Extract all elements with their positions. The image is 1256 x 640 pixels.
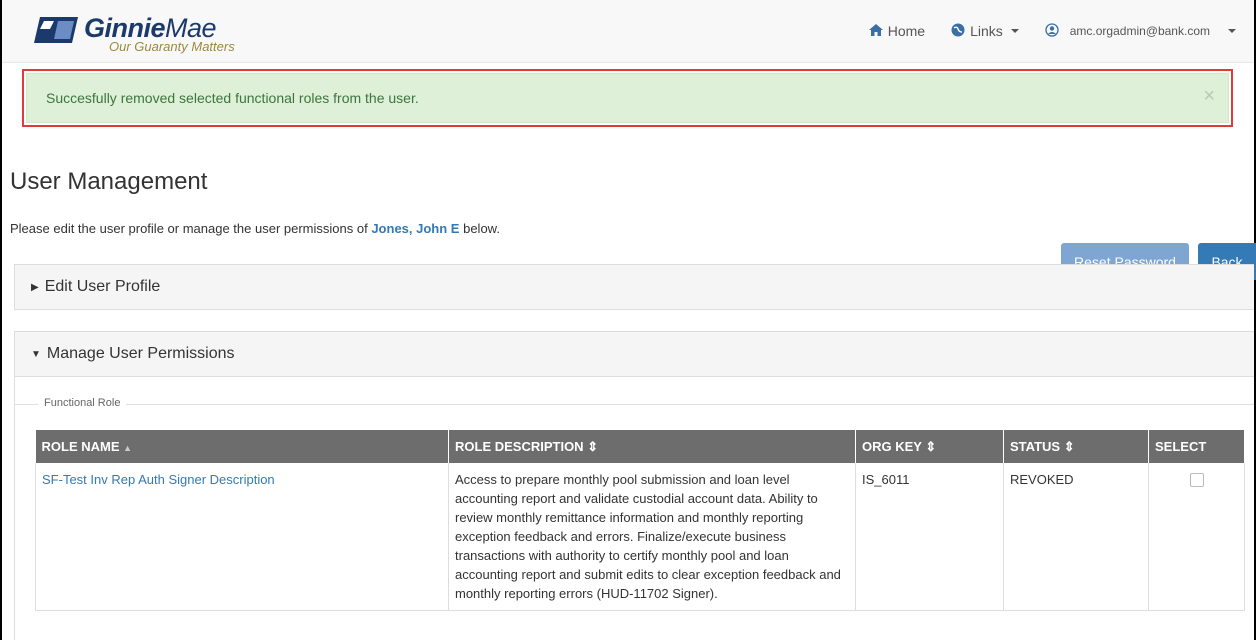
cell-role-name: SF-Test Inv Rep Auth Signer Description [35, 463, 449, 611]
nav-links-label: Links [970, 23, 1003, 39]
caret-down-icon: ▼ [31, 348, 41, 360]
edit-user-profile-label: Edit User Profile [44, 278, 161, 295]
table-header-row: ROLE NAME ▲ ROLE DESCRIPTION ⇕ ORG KEY ⇕… [35, 430, 1245, 463]
close-icon[interactable]: × [1203, 86, 1215, 106]
select-checkbox[interactable] [1189, 473, 1204, 487]
manage-permissions-panel-body: Functional Role ROLE NAME ▲ ROLE DESCRIP… [14, 377, 1254, 640]
col-role-description[interactable]: ROLE DESCRIPTION ⇕ [448, 430, 856, 463]
functional-role-legend: Functional Role [38, 397, 127, 409]
nav-links-dropdown[interactable]: Links [951, 23, 1019, 40]
sort-icon: ⇕ [925, 438, 937, 454]
alert-message: Succesfully removed selected functional … [46, 90, 419, 106]
user-menu-dropdown[interactable]: amc.orgadmin@bank.com [1045, 22, 1236, 40]
intro-after: below. [463, 221, 500, 236]
sort-asc-icon: ▲ [123, 443, 133, 453]
nav-home[interactable]: Home [868, 23, 926, 39]
user-name-link[interactable]: Jones, John E [371, 221, 459, 236]
cell-org-key: IS_6011 [855, 463, 1004, 611]
manage-permissions-panel-toggle[interactable]: ▼ Manage User Permissions [14, 331, 1254, 377]
cell-status: REVOKED [1003, 463, 1149, 611]
success-alert: Succesfully removed selected functional … [26, 73, 1229, 123]
intro-text: Please edit the user profile or manage t… [10, 221, 500, 236]
col-select: SELECT [1148, 430, 1245, 463]
chevron-down-icon [1010, 29, 1019, 33]
home-icon [868, 23, 883, 39]
caret-right-icon: ▶ [31, 281, 39, 293]
sort-icon: ⇕ [1063, 438, 1075, 454]
col-role-name[interactable]: ROLE NAME ▲ [35, 430, 449, 463]
functional-role-table: ROLE NAME ▲ ROLE DESCRIPTION ⇕ ORG KEY ⇕… [35, 430, 1245, 611]
logo-tagline: Our Guaranty Matters [109, 39, 235, 54]
top-navbar: GinnieMae Our Guaranty Matters Home Link… [2, 0, 1254, 63]
chevron-down-icon [1228, 29, 1236, 33]
user-circle-icon [1045, 22, 1059, 40]
fieldset-divider [15, 404, 1254, 405]
col-org-key[interactable]: ORG KEY ⇕ [855, 430, 1004, 463]
nav-menu: Home Links amc.orgadmin@bank.com [843, 0, 1236, 62]
page-title: User Management [10, 168, 208, 195]
role-name-link[interactable]: SF-Test Inv Rep Auth Signer Description [42, 472, 275, 487]
manage-permissions-label: Manage User Permissions [46, 345, 235, 362]
frame-left [0, 0, 2, 640]
sort-icon: ⇕ [587, 438, 599, 454]
cell-select [1148, 463, 1245, 611]
logo-flag-icon [34, 17, 78, 43]
edit-user-profile-panel-toggle[interactable]: ▶ Edit User Profile [14, 264, 1254, 310]
col-status[interactable]: STATUS ⇕ [1003, 430, 1149, 463]
table-row: SF-Test Inv Rep Auth Signer Description … [35, 463, 1245, 611]
ginnie-mae-logo[interactable]: GinnieMae Our Guaranty Matters [34, 9, 264, 55]
nav-home-label: Home [887, 23, 926, 39]
cell-role-description: Access to prepare monthly pool submissio… [448, 463, 856, 611]
globe-icon [951, 23, 965, 40]
intro-before: Please edit the user profile or manage t… [10, 221, 368, 236]
user-email: amc.orgadmin@bank.com [1069, 24, 1210, 38]
